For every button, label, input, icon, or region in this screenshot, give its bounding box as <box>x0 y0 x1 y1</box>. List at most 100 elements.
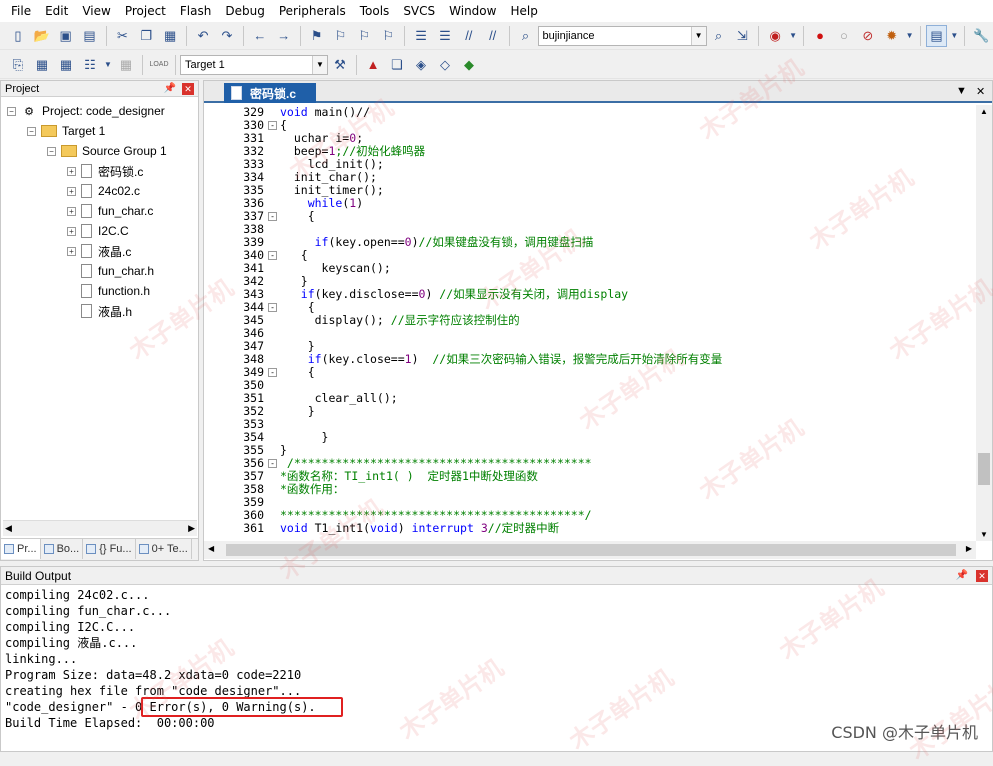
save-icon[interactable]: ▣ <box>55 25 77 47</box>
expand-icon[interactable]: + <box>67 206 76 216</box>
project-tab[interactable]: {} Fu... <box>83 539 136 559</box>
scroll-down-icon[interactable]: ▼ <box>980 530 988 539</box>
fold-toggle-icon[interactable]: - <box>268 121 277 130</box>
breakpoint-disable-icon[interactable]: ○ <box>833 25 855 47</box>
new-file-icon[interactable]: ▯ <box>7 25 29 47</box>
manage-components-icon[interactable]: ❏ <box>386 54 408 76</box>
debug-start-icon[interactable]: ◉ <box>764 25 786 47</box>
bookmark-prev-icon[interactable]: ⚐ <box>330 25 352 47</box>
fold-toggle-icon[interactable]: - <box>268 251 277 260</box>
tree-item[interactable]: + 密码锁.c <box>67 161 143 181</box>
scroll-left-icon[interactable]: ◀ <box>5 523 12 534</box>
undo-icon[interactable]: ↶ <box>192 25 214 47</box>
project-tab[interactable]: Bo... <box>41 539 84 559</box>
incremental-find-icon[interactable]: ⇲ <box>731 25 753 47</box>
collapse-icon[interactable]: − <box>27 126 36 136</box>
cut-icon[interactable]: ✂ <box>112 25 134 47</box>
scroll-right-icon[interactable]: ▶ <box>966 544 972 553</box>
bookmark-icon[interactable]: ⚑ <box>306 25 328 47</box>
paste-icon[interactable]: ▦ <box>159 25 181 47</box>
scroll-left-icon[interactable]: ◀ <box>208 544 214 553</box>
batch-build-icon[interactable]: ☷ <box>79 54 101 76</box>
run-time-environment-icon[interactable]: ◆ <box>458 54 480 76</box>
pin-icon[interactable]: 📌 <box>956 570 968 581</box>
copy-icon[interactable]: ❐ <box>135 25 157 47</box>
tree-item[interactable]: + 液晶.c <box>67 241 131 261</box>
nav-forward-icon[interactable]: → <box>273 25 295 47</box>
menu-debug[interactable]: Debug <box>218 1 271 21</box>
nav-back-icon[interactable]: ← <box>249 25 271 47</box>
chevron-down-icon[interactable]: ▼ <box>949 25 959 47</box>
pack-installer-icon[interactable]: ◈ <box>410 54 432 76</box>
open-file-icon[interactable]: 📂 <box>31 25 53 47</box>
menu-project[interactable]: Project <box>118 1 173 21</box>
fold-toggle-icon[interactable]: - <box>268 368 277 377</box>
breakpoint-kill-all-icon[interactable]: ✹ <box>881 25 903 47</box>
translate-icon[interactable]: ⎘ <box>7 54 29 76</box>
chevron-down-icon[interactable]: ▼ <box>312 55 327 74</box>
menu-flash[interactable]: Flash <box>173 1 218 21</box>
scroll-right-icon[interactable]: ▶ <box>188 523 195 534</box>
chevron-down-icon[interactable]: ▼ <box>103 54 113 76</box>
build-icon[interactable]: ▦ <box>31 54 53 76</box>
tree-item[interactable]: +24c02.c <box>67 181 140 201</box>
uncomment-icon[interactable]: // <box>482 25 504 47</box>
menu-svcs[interactable]: SVCS <box>396 1 442 21</box>
menu-help[interactable]: Help <box>503 1 544 21</box>
bookmark-next-icon[interactable]: ⚐ <box>353 25 375 47</box>
redo-icon[interactable]: ↷ <box>216 25 238 47</box>
scrollbar-thumb[interactable] <box>226 544 956 556</box>
tree-item[interactable]: + I2C.C <box>67 221 129 241</box>
select-software-packs-icon[interactable]: ◇ <box>434 54 456 76</box>
expand-icon[interactable]: + <box>67 246 76 256</box>
stop-build-icon[interactable]: ▦ <box>115 54 137 76</box>
pin-icon[interactable]: 📌 <box>164 83 176 94</box>
tree-item[interactable]: − Source Group 1 <box>47 141 167 161</box>
chevron-down-icon[interactable]: ▼ <box>905 25 915 47</box>
configure-icon[interactable]: 🔧 <box>970 25 992 47</box>
menu-file[interactable]: File <box>4 1 38 21</box>
project-horizontal-scrollbar[interactable]: ◀ ▶ <box>3 520 197 536</box>
expand-icon[interactable]: + <box>67 186 76 196</box>
find-combo[interactable]: bujinjiance ▼ <box>537 25 707 46</box>
rebuild-icon[interactable]: ▦ <box>55 54 77 76</box>
close-icon[interactable]: ✕ <box>182 82 194 95</box>
menu-tools[interactable]: Tools <box>353 1 397 21</box>
tree-item[interactable]: function.h <box>67 281 150 301</box>
close-icon[interactable]: ✕ <box>976 85 985 98</box>
project-tab[interactable]: Pr... <box>1 539 41 559</box>
editor-tab-active[interactable]: 密码锁.c <box>224 83 316 103</box>
save-all-icon[interactable]: ▤ <box>79 25 101 47</box>
tree-item[interactable]: − Target 1 <box>27 121 105 141</box>
menu-peripherals[interactable]: Peripherals <box>272 1 353 21</box>
manage-project-items-icon[interactable]: ▲ <box>362 54 384 76</box>
breakpoint-insert-icon[interactable]: ● <box>809 25 831 47</box>
fold-toggle-icon[interactable]: - <box>268 459 277 468</box>
target-options-icon[interactable]: ⚒ <box>329 54 351 76</box>
bookmark-clear-icon[interactable]: ⚐ <box>377 25 399 47</box>
chevron-down-icon[interactable]: ▼ <box>788 25 798 47</box>
project-tab[interactable]: 0+ Te... <box>136 539 192 559</box>
editor-vertical-scrollbar[interactable]: ▲ ▼ <box>976 105 992 541</box>
tree-item[interactable]: fun_char.h <box>67 261 154 281</box>
comment-icon[interactable]: // <box>458 25 480 47</box>
expand-icon[interactable]: + <box>67 226 76 236</box>
tree-item[interactable]: 液晶.h <box>67 301 132 321</box>
window-layout-icon[interactable]: ▤ <box>925 24 948 47</box>
tree-item[interactable]: − ⚙ Project: code_designer <box>7 101 165 121</box>
collapse-icon[interactable]: − <box>7 106 16 116</box>
menu-edit[interactable]: Edit <box>38 1 75 21</box>
find-icon[interactable]: ⌕ <box>708 25 730 47</box>
menu-window[interactable]: Window <box>442 1 503 21</box>
fold-toggle-icon[interactable]: - <box>268 303 277 312</box>
find-in-files-icon[interactable]: ⌕ <box>515 25 537 47</box>
unindent-icon[interactable]: ☰ <box>434 25 456 47</box>
indent-icon[interactable]: ☰ <box>410 25 432 47</box>
chevron-down-icon[interactable]: ▼ <box>690 26 706 45</box>
editor-horizontal-scrollbar[interactable]: ◀ ▶ <box>204 541 976 559</box>
tree-item[interactable]: + fun_char.c <box>67 201 153 221</box>
close-icon[interactable]: ✕ <box>976 569 988 582</box>
breakpoint-disable-all-icon[interactable]: ⊘ <box>857 25 879 47</box>
download-icon[interactable]: LOAD <box>148 54 170 76</box>
collapse-icon[interactable]: − <box>47 146 56 156</box>
